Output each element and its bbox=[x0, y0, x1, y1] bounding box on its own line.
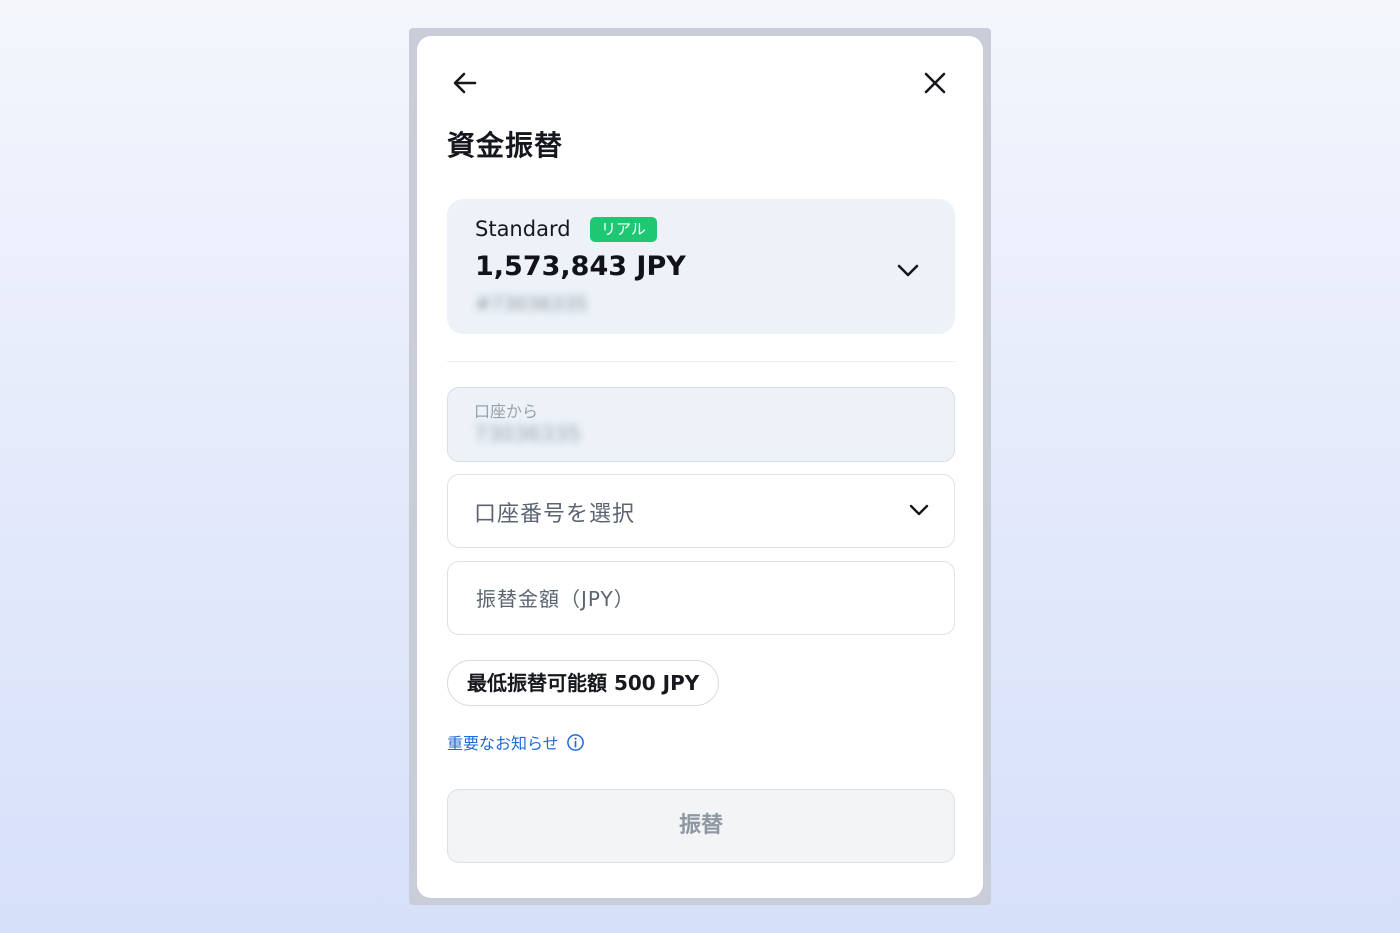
divider bbox=[447, 361, 955, 362]
info-icon bbox=[566, 733, 584, 751]
from-account-value: 73036335 bbox=[474, 422, 581, 446]
account-selector-card[interactable]: Standard リアル 1,573,843 JPY #73036335 bbox=[447, 199, 955, 334]
notice-label: 重要なお知らせ bbox=[447, 734, 559, 753]
important-notice-link[interactable]: 重要なお知らせ bbox=[447, 730, 585, 754]
account-balance: 1,573,843 JPY bbox=[475, 251, 686, 282]
from-account-field: 口座から 73036335 bbox=[447, 387, 955, 462]
account-type: Standard bbox=[475, 217, 571, 241]
chevron-down-icon bbox=[909, 504, 929, 516]
account-badge: リアル bbox=[590, 217, 657, 242]
amount-input[interactable] bbox=[474, 562, 928, 636]
transfer-submit-button[interactable]: 振替 bbox=[447, 789, 955, 863]
dialog-frame: 資金振替 Standard リアル 1,573,843 JPY #7303633… bbox=[409, 28, 991, 905]
page-title: 資金振替 bbox=[447, 129, 564, 162]
from-account-label: 口座から bbox=[474, 402, 539, 421]
arrow-left-icon bbox=[453, 72, 477, 94]
to-account-placeholder: 口座番号を選択 bbox=[474, 502, 636, 527]
close-button[interactable] bbox=[919, 67, 951, 99]
amount-field bbox=[447, 561, 955, 636]
chevron-down-icon bbox=[897, 264, 919, 277]
transfer-dialog: 資金振替 Standard リアル 1,573,843 JPY #7303633… bbox=[417, 36, 983, 898]
account-number: #73036335 bbox=[475, 293, 588, 315]
back-button[interactable] bbox=[449, 67, 481, 99]
to-account-select[interactable]: 口座番号を選択 bbox=[447, 474, 955, 548]
min-transfer-chip: 最低振替可能額 500 JPY bbox=[447, 660, 720, 706]
close-icon bbox=[924, 72, 946, 94]
